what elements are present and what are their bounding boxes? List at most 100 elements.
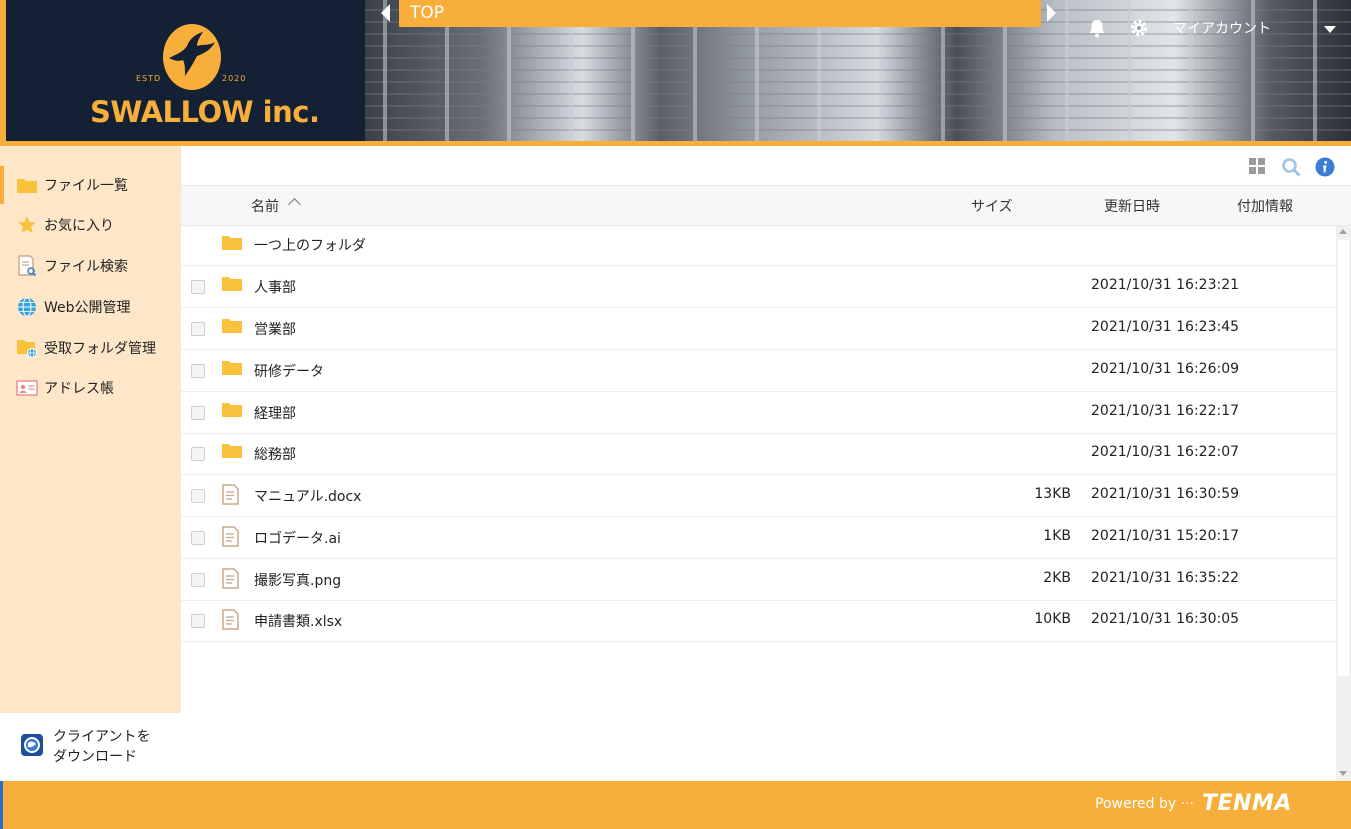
sidebar-item-receive-folder[interactable]: 受取フォルダ管理 (0, 329, 181, 367)
file-search-icon (16, 255, 38, 277)
file-size: 10KB (1034, 611, 1071, 627)
search-icon[interactable] (1281, 157, 1301, 177)
file-name[interactable]: 研修データ (254, 361, 324, 381)
document-icon (221, 526, 245, 548)
sidebar-item-file-list[interactable]: ファイル一覧 (0, 166, 181, 204)
folder-icon (16, 175, 38, 195)
file-modified: 2021/10/31 16:30:05 (1091, 611, 1240, 627)
table-row[interactable]: マニュアル.docx 13KB 2021/10/31 16:30:59 (181, 475, 1336, 517)
scrollbar-thumb[interactable] (1338, 240, 1349, 676)
table-row[interactable]: 総務部 2021/10/31 16:22:07 (181, 433, 1336, 475)
breadcrumb-back-icon[interactable] (381, 4, 390, 22)
file-modified: 2021/10/31 16:30:59 (1091, 486, 1240, 502)
table-row[interactable]: 研修データ 2021/10/31 16:26:09 (181, 350, 1336, 392)
bell-icon[interactable] (1088, 18, 1106, 38)
document-icon (221, 568, 245, 590)
row-checkbox[interactable] (191, 447, 205, 461)
breadcrumb-forward-icon[interactable] (1047, 4, 1056, 22)
column-header-name[interactable]: 名前 (251, 196, 279, 216)
folder-icon (221, 442, 245, 464)
sidebar-item-label: 受取フォルダ管理 (44, 341, 156, 357)
file-size: 13KB (1034, 486, 1071, 502)
file-name[interactable]: 人事部 (254, 277, 296, 297)
breadcrumb[interactable]: TOP (399, 0, 1041, 27)
column-header-info[interactable]: 付加情報 (1237, 196, 1293, 216)
company-logo[interactable]: ESTD 2020 SWALLOW inc. (0, 0, 365, 141)
globe-icon (16, 297, 38, 317)
file-name[interactable]: 申請書類.xlsx (254, 611, 342, 631)
app-footer: Powered by ··· TENMA (0, 781, 1351, 829)
powered-by-text: Powered by ··· (1095, 796, 1194, 812)
file-name[interactable]: 営業部 (254, 319, 296, 339)
scroll-down-icon[interactable] (1339, 771, 1347, 776)
folder-icon (221, 234, 245, 256)
sidebar-item-web-publish[interactable]: Web公開管理 (0, 288, 181, 326)
file-name[interactable]: 総務部 (254, 444, 296, 464)
row-checkbox[interactable] (191, 531, 205, 545)
sidebar-item-favorites[interactable]: お気に入り (0, 206, 181, 244)
row-checkbox[interactable] (191, 406, 205, 420)
gear-icon[interactable] (1129, 18, 1149, 38)
file-list-header: 名前 サイズ 更新日時 付加情報 (181, 186, 1351, 226)
app-header: ESTD 2020 SWALLOW inc. TOP マイアカウント (0, 0, 1351, 146)
file-toolbar (181, 146, 1351, 186)
chevron-down-icon[interactable] (1324, 26, 1336, 33)
column-header-size[interactable]: サイズ (971, 196, 1013, 216)
file-name[interactable]: 経理部 (254, 403, 296, 423)
sidebar-item-file-search[interactable]: ファイル検索 (0, 247, 181, 285)
column-header-modified[interactable]: 更新日時 (1104, 196, 1160, 216)
folder-icon (221, 317, 245, 339)
file-name[interactable]: マニュアル.docx (254, 486, 361, 506)
star-icon (16, 215, 38, 235)
file-name[interactable]: 撮影写真.png (254, 570, 341, 590)
file-modified: 2021/10/31 16:35:22 (1091, 570, 1240, 586)
file-modified: 2021/10/31 16:22:17 (1091, 403, 1240, 419)
folder-icon (221, 359, 245, 381)
row-checkbox[interactable] (191, 322, 205, 336)
parent-folder-label: 一つ上のフォルダ (254, 238, 366, 254)
scroll-up-icon[interactable] (1339, 229, 1347, 234)
table-row[interactable]: ロゴデータ.ai 1KB 2021/10/31 15:20:17 (181, 517, 1336, 559)
swallow-logo-icon (163, 24, 221, 90)
folder-globe-icon (16, 338, 38, 358)
file-size: 1KB (1043, 528, 1071, 544)
file-modified: 2021/10/31 15:20:17 (1091, 528, 1240, 544)
download-client-label: クライアントを ダウンロード (53, 729, 151, 765)
file-modified: 2021/10/31 16:26:09 (1091, 361, 1240, 377)
row-checkbox[interactable] (191, 614, 205, 628)
table-row[interactable]: 人事部 2021/10/31 16:23:21 (181, 266, 1336, 308)
download-client-button[interactable]: クライアントを ダウンロード (0, 713, 181, 781)
sidebar: ファイル一覧 お気に入り ファイル検索 Web公開管理 受取フォルダ管理 アドレ… (0, 146, 181, 781)
sidebar-item-label: ファイル検索 (44, 259, 128, 275)
file-modified: 2021/10/31 16:23:21 (1091, 277, 1240, 293)
folder-icon (221, 401, 245, 423)
file-size: 2KB (1043, 570, 1071, 586)
file-name[interactable]: ロゴデータ.ai (254, 528, 341, 548)
file-modified: 2021/10/31 16:22:07 (1091, 444, 1240, 460)
row-checkbox[interactable] (191, 573, 205, 587)
grid-view-icon[interactable] (1248, 157, 1268, 177)
company-name: SWALLOW inc. (90, 95, 320, 129)
file-list: 一つ上のフォルダ 人事部 2021/10/31 16:23:21 営業部 202… (181, 226, 1336, 781)
sidebar-item-label: ファイル一覧 (44, 178, 128, 194)
client-download-icon (20, 733, 44, 761)
file-modified: 2021/10/31 16:23:45 (1091, 319, 1240, 335)
address-card-icon (16, 378, 38, 398)
vendor-logo: TENMA (1202, 791, 1292, 816)
row-checkbox[interactable] (191, 280, 205, 294)
table-row[interactable]: 営業部 2021/10/31 16:23:45 (181, 308, 1336, 350)
my-account-menu[interactable]: マイアカウント (1173, 18, 1271, 38)
row-checkbox[interactable] (191, 489, 205, 503)
document-icon (221, 609, 245, 631)
table-row[interactable]: 申請書類.xlsx 10KB 2021/10/31 16:30:05 (181, 600, 1336, 642)
info-icon[interactable] (1315, 157, 1335, 177)
sidebar-item-address-book[interactable]: アドレス帳 (0, 369, 181, 407)
logo-year-text: 2020 (222, 74, 247, 83)
row-checkbox[interactable] (191, 364, 205, 378)
table-row[interactable]: 撮影写真.png 2KB 2021/10/31 16:35:22 (181, 559, 1336, 601)
table-row[interactable]: 経理部 2021/10/31 16:22:17 (181, 392, 1336, 434)
sidebar-item-label: Web公開管理 (44, 300, 131, 316)
logo-estd-text: ESTD (136, 74, 162, 83)
sidebar-item-label: アドレス帳 (44, 381, 114, 397)
parent-folder-row[interactable]: 一つ上のフォルダ (181, 226, 1336, 266)
